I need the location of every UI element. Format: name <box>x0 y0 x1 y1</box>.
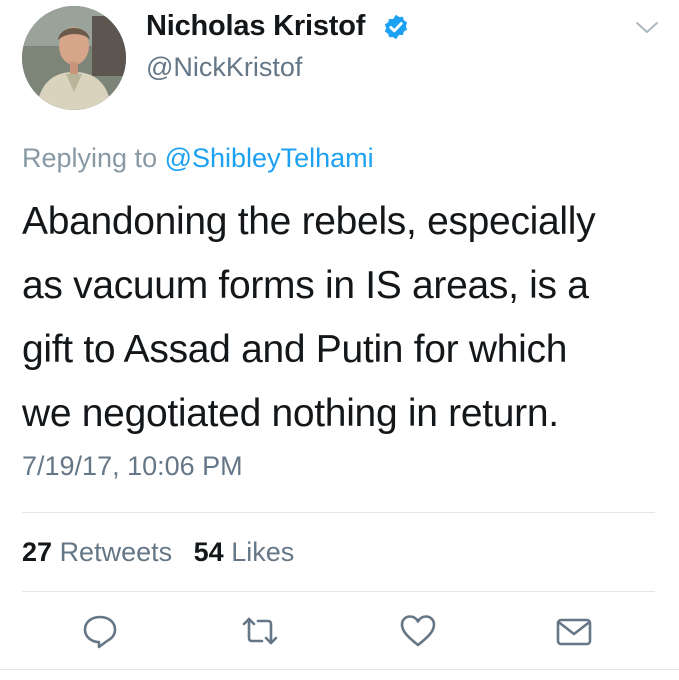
display-name[interactable]: Nicholas Kristof <box>146 10 365 43</box>
user-handle[interactable]: @NickKristof <box>146 52 302 83</box>
verified-badge-icon <box>384 14 408 40</box>
tweet-text: Abandoning the rebels, especially as vac… <box>22 190 662 446</box>
message-icon <box>556 618 592 646</box>
retweets-label[interactable]: Retweets <box>60 537 173 567</box>
divider <box>22 591 655 592</box>
retweets-count[interactable]: 27 <box>22 537 52 567</box>
likes-label[interactable]: Likes <box>231 537 294 567</box>
avatar[interactable] <box>22 6 126 110</box>
direct-message-button[interactable] <box>554 611 594 651</box>
divider <box>0 669 679 670</box>
tweet-timestamp[interactable]: 7/19/17, 10:06 PM <box>22 451 243 482</box>
reply-button[interactable] <box>80 611 120 651</box>
tweet-line: Abandoning the rebels, especially <box>22 200 596 243</box>
tweet-line: gift to Assad and Putin for which <box>22 328 568 371</box>
like-button[interactable] <box>398 611 438 651</box>
chevron-down-icon[interactable] <box>634 18 660 38</box>
reply-icon <box>83 615 117 649</box>
tweet-line: as vacuum forms in IS areas, is a <box>22 264 589 307</box>
reply-mention-link[interactable]: @ShibleyTelhami <box>165 143 374 173</box>
reply-prefix: Replying to <box>22 143 158 173</box>
tweet-line: we negotiated nothing in return. <box>22 392 559 435</box>
divider <box>22 512 655 513</box>
profile-photo <box>22 6 126 110</box>
likes-count[interactable]: 54 <box>194 537 224 567</box>
retweet-icon <box>242 617 278 645</box>
like-icon <box>400 615 436 647</box>
reply-context: Replying to @ShibleyTelhami <box>22 143 374 174</box>
tweet-stats: 27 Retweets 54 Likes <box>22 537 294 568</box>
retweet-button[interactable] <box>240 611 280 651</box>
